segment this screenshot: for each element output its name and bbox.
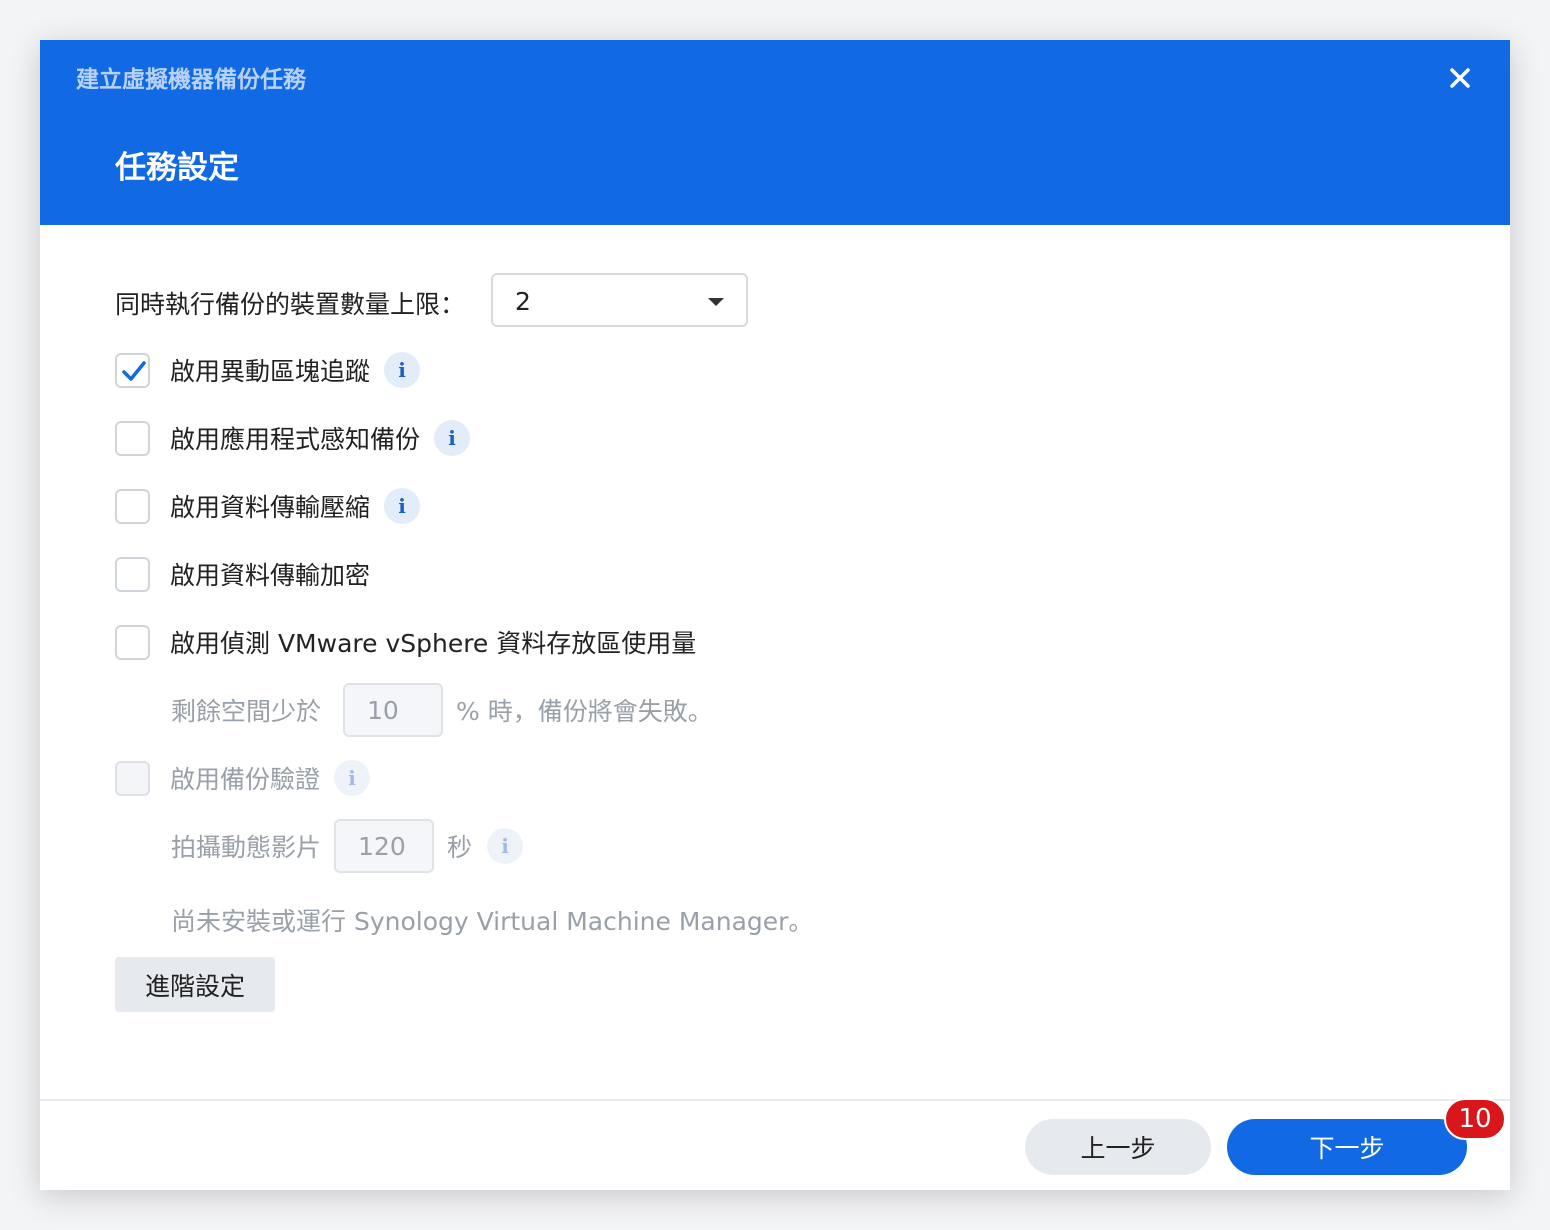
notification-badge: 10 [1444, 1098, 1506, 1140]
option-row-datastore: 啟用偵測 VMware vSphere 資料存放區使用量 [115, 624, 696, 660]
option-label-encryption: 啟用資料傳輸加密 [170, 561, 371, 590]
option-label-compression: 啟用資料傳輸壓縮 [170, 493, 371, 522]
info-icon[interactable]: i [384, 488, 421, 524]
vmm-notice-row: 尚未安裝或運行 Synology Virtual Machine Manager… [171, 902, 813, 938]
video-row: 拍攝動態影片 120 秒 i [171, 819, 524, 873]
vmm-notice: 尚未安裝或運行 Synology Virtual Machine Manager… [171, 907, 814, 936]
option-label-app-aware: 啟用應用程式感知備份 [170, 425, 421, 454]
prev-button[interactable]: 上一步 [1025, 1119, 1211, 1175]
option-label-verify: 啟用備份驗證 [170, 765, 321, 794]
checkbox-cbt[interactable] [115, 352, 150, 388]
option-row-compression: 啟用資料傳輸壓縮 i [115, 488, 421, 524]
space-threshold-row: 剩餘空間少於 10 % 時，備份將會失敗。 [171, 683, 713, 737]
footer-divider [40, 1099, 1510, 1101]
checkbox-encryption[interactable] [115, 556, 150, 592]
chevron-down-icon [708, 298, 724, 306]
option-label-cbt: 啟用異動區塊追蹤 [170, 357, 371, 386]
max-devices-select[interactable]: 2 [491, 273, 748, 327]
checkbox-datastore[interactable] [115, 624, 150, 660]
next-button[interactable]: 下一步 [1227, 1119, 1467, 1175]
option-row-encryption: 啟用資料傳輸加密 [115, 556, 370, 592]
max-devices-value: 2 [515, 287, 531, 316]
video-suffix-label: 秒 [447, 833, 473, 862]
checkbox-compression[interactable] [115, 488, 150, 524]
advanced-settings-button[interactable]: 進階設定 [115, 957, 275, 1012]
info-icon[interactable]: i [487, 828, 524, 864]
option-row-app-aware: 啟用應用程式感知備份 i [115, 420, 471, 456]
option-label-datastore: 啟用偵測 VMware vSphere 資料存放區使用量 [170, 629, 697, 658]
max-devices-label: 同時執行備份的裝置數量上限： [115, 290, 466, 319]
info-icon[interactable]: i [334, 760, 371, 796]
close-icon[interactable] [1442, 60, 1478, 96]
option-row-verify: 啟用備份驗證 i [115, 760, 371, 796]
check-icon [122, 360, 146, 381]
dialog-header: 建立虛擬機器備份任務 任務設定 [40, 40, 1510, 225]
option-row-cbt: 啟用異動區塊追蹤 i [115, 352, 421, 388]
video-seconds-input[interactable]: 120 [334, 819, 435, 873]
checkbox-verify[interactable] [115, 760, 150, 796]
backup-task-dialog: 建立虛擬機器備份任務 任務設定 同時執行備份的裝置數量上限： 2 啟用異動區塊追… [40, 40, 1510, 1190]
max-devices-row: 同時執行備份的裝置數量上限： [115, 285, 465, 321]
space-suffix-label: % 時，備份將會失敗。 [456, 697, 713, 726]
space-prefix-label: 剩餘空間少於 [171, 697, 322, 726]
window-title: 建立虛擬機器備份任務 [76, 67, 306, 93]
info-icon[interactable]: i [384, 352, 421, 388]
step-title: 任務設定 [115, 150, 239, 186]
checkbox-app-aware[interactable] [115, 420, 150, 456]
video-prefix-label: 拍攝動態影片 [171, 833, 322, 862]
space-threshold-input[interactable]: 10 [343, 683, 444, 737]
info-icon[interactable]: i [434, 420, 471, 456]
